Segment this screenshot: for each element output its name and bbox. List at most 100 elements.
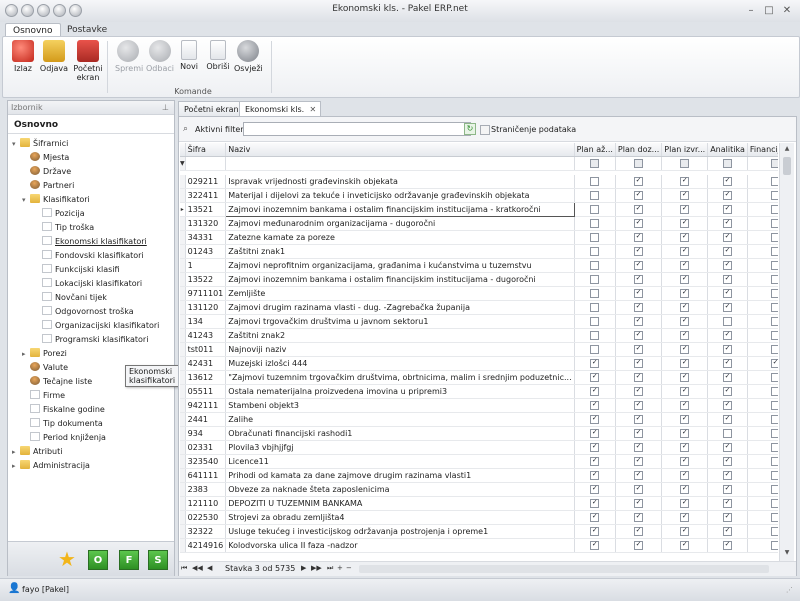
checked-checkbox[interactable] [680,317,690,326]
cell-analitika[interactable] [707,216,748,231]
cell-plan-izvr[interactable] [661,300,709,315]
checked-checkbox[interactable] [590,429,600,438]
tab-pocetni-ekran[interactable]: Početni ekran [178,101,245,117]
checked-checkbox[interactable] [634,317,644,326]
unchecked-checkbox[interactable] [590,289,600,298]
checked-checkbox[interactable] [634,387,644,396]
checked-checkbox[interactable] [680,261,690,270]
tree-item[interactable]: ▸ Administracija [12,459,90,472]
cell-analitika[interactable] [707,342,748,357]
checked-checkbox[interactable] [590,541,600,550]
cell-plan-doz[interactable] [615,286,663,301]
checked-checkbox[interactable] [634,485,644,494]
checked-checkbox[interactable] [723,457,733,466]
cell-plan-az[interactable] [574,244,616,259]
checked-checkbox[interactable] [590,401,600,410]
checked-checkbox[interactable] [723,331,733,340]
checked-checkbox[interactable] [723,359,733,368]
cell-analitika[interactable] [707,524,748,539]
save-button[interactable]: Spremi [115,40,143,73]
unchecked-checkbox[interactable] [771,233,778,242]
tree-item[interactable]: Pozicija [34,207,85,220]
table-row[interactable]: tst011 Najnoviji naziv [180,342,778,357]
horizontal-scroll-track[interactable] [359,565,769,573]
tree-item[interactable]: Organizacijski klasifikatori [34,319,159,332]
unchecked-checkbox[interactable] [590,345,600,354]
tree-item[interactable]: ▾ Klasifikatori [22,193,90,206]
unchecked-checkbox[interactable] [771,513,778,522]
cell-plan-izvr[interactable] [661,216,709,231]
cell-sifra[interactable]: 13612 [185,370,227,385]
cell-plan-izvr[interactable] [661,370,709,385]
checked-checkbox[interactable] [723,485,733,494]
cell-plan-az[interactable] [574,216,616,231]
cell-plan-izvr[interactable] [661,230,709,245]
cell-naziv[interactable]: Zajmovi inozemnim bankama i ostalim fina… [225,272,575,287]
cell-naziv[interactable]: Obveze za naknade šteta zaposlenicima [225,482,575,497]
cell-plan-doz[interactable] [615,342,663,357]
cell-plan-doz[interactable] [615,412,663,427]
table-row[interactable]: 13612 "Zajmovi tuzemnim trgovačkim društv… [180,370,778,385]
filter-input[interactable] [243,122,471,136]
checked-checkbox[interactable] [723,219,733,228]
cell-plan-izvr[interactable] [661,412,709,427]
checked-checkbox[interactable] [723,541,733,550]
cell-plan-az[interactable] [574,510,616,525]
cell-plan-doz[interactable] [615,398,663,413]
table-row[interactable]: 34331 Zatezne kamate za poreze [180,230,778,245]
cell-naziv[interactable]: Strojevi za obradu zemljišta4 [225,510,575,525]
header-plan-az[interactable]: Plan až... [574,143,616,157]
cell-plan-az[interactable] [574,398,616,413]
cell-financijska[interactable] [747,314,778,329]
checked-checkbox[interactable] [590,359,600,368]
table-row[interactable]: 41243 Zaštitni znak2 [180,328,778,343]
cell-plan-az[interactable] [574,258,616,273]
cell-sifra[interactable]: 131320 [185,216,227,231]
filter-cell-analitika[interactable] [707,156,748,171]
cell-naziv[interactable]: DEPOZITI U TUZEMNIM BANKAMA [225,496,575,511]
cell-analitika[interactable] [707,454,748,469]
cell-plan-az[interactable] [574,300,616,315]
cell-sifra[interactable]: 32322 [185,524,227,539]
cell-naziv[interactable]: Plovila3 vbjhjjfgj [225,440,575,455]
cell-sifra[interactable]: 05511 [185,384,227,399]
pager-last-icon[interactable]: ⏭ [327,564,333,573]
tree-item[interactable]: ▸ Porezi [22,347,67,360]
cell-sifra[interactable]: 42431 [185,356,227,371]
cell-naziv[interactable]: Licence11 [225,454,575,469]
cell-plan-az[interactable] [574,496,616,511]
cell-plan-izvr[interactable] [661,202,709,217]
unchecked-checkbox[interactable] [771,457,778,466]
unchecked-checkbox[interactable] [590,177,600,186]
cell-plan-doz[interactable] [615,468,663,483]
cell-naziv[interactable]: Usluge tekućeg i investicijskog održavan… [225,524,575,539]
checked-checkbox[interactable] [723,233,733,242]
checked-checkbox[interactable] [634,275,644,284]
cell-plan-izvr[interactable] [661,188,709,203]
checked-checkbox[interactable] [634,513,644,522]
cell-plan-doz[interactable] [615,440,663,455]
checked-checkbox[interactable] [723,345,733,354]
cell-plan-izvr[interactable] [661,524,709,539]
table-row[interactable]: 322411 Materijal i dijelovi za tekuće i i… [180,188,778,203]
table-row[interactable]: 131120 Zajmovi drugim razinama vlasti - d… [180,300,778,315]
checked-checkbox[interactable] [680,247,690,256]
tree-item[interactable]: ▸ Atributi [12,445,63,458]
cell-plan-az[interactable] [574,188,616,203]
tree-item[interactable]: Partneri [22,179,74,192]
cell-financijska[interactable] [747,356,778,371]
cell-plan-doz[interactable] [615,314,663,329]
cell-sifra[interactable]: 01243 [185,244,227,259]
unchecked-checkbox[interactable] [771,331,778,340]
cell-analitika[interactable] [707,468,748,483]
pin-icon[interactable]: ⊥ [162,103,169,112]
cell-plan-doz[interactable] [615,202,663,217]
checked-checkbox[interactable] [680,457,690,466]
tree-item[interactable]: Novčani tijek [34,291,107,304]
checked-checkbox[interactable] [634,261,644,270]
checked-checkbox[interactable] [634,499,644,508]
cell-sifra[interactable]: 934 [185,426,227,441]
maximize-icon[interactable]: □ [760,3,778,18]
cell-sifra[interactable]: 029211 [185,175,227,189]
cell-plan-doz[interactable] [615,426,663,441]
